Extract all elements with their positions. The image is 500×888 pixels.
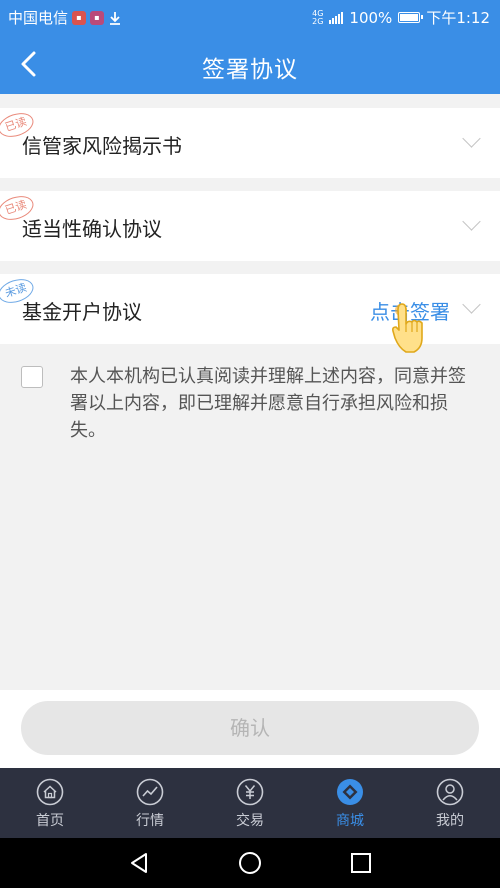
back-triangle-icon[interactable]: [127, 851, 151, 875]
chevron-down-icon: [462, 212, 481, 231]
signal-icon: [329, 11, 344, 24]
battery-percent: 100%: [349, 8, 393, 27]
pointing-hand-icon: [392, 303, 423, 353]
notification-app-icon-2: ▪: [90, 10, 105, 25]
chart-icon: [136, 778, 164, 806]
tab-label: 我的: [436, 813, 464, 829]
home-icon: [36, 778, 64, 806]
notification-app-icon: ▪: [72, 10, 87, 25]
confirm-button[interactable]: 确认: [21, 701, 479, 755]
tab-trade[interactable]: 交易: [200, 768, 300, 838]
network-type: 4G 2G: [312, 8, 324, 26]
chevron-down-icon: [462, 295, 481, 314]
download-icon: [110, 11, 121, 25]
recents-square-icon[interactable]: [349, 851, 373, 875]
consent-checkbox[interactable]: [21, 366, 43, 388]
diamond-icon: [337, 779, 363, 805]
consent-text: 本人本机构已认真阅读并理解上述内容，同意并签署以上内容，即已理解并愿意自行承担风…: [70, 366, 466, 441]
chevron-down-icon: [462, 129, 481, 148]
nav-bar: 签署协议: [0, 34, 500, 94]
page-title: 签署协议: [202, 57, 298, 83]
status-left: 中国电信 ▪ ▪: [8, 7, 122, 28]
tab-market[interactable]: 行情: [100, 768, 200, 838]
confirm-area: 确认: [0, 690, 500, 768]
tab-label: 商城: [336, 813, 364, 829]
tab-mall[interactable]: 商城: [300, 768, 400, 838]
agreement-item-risk-disclosure[interactable]: 已读 信管家风险揭示书: [0, 108, 500, 178]
agreement-label: 信管家风险揭示书: [22, 134, 182, 158]
carrier-name: 中国电信: [8, 9, 69, 27]
user-icon: [436, 778, 464, 806]
tab-mine[interactable]: 我的: [400, 768, 500, 838]
tab-label: 首页: [36, 813, 64, 829]
status-right: 4G 2G 100% 下午1:12: [312, 7, 490, 28]
clock: 下午1:12: [426, 9, 490, 27]
agreement-item-suitability[interactable]: 已读 适当性确认协议: [0, 191, 500, 261]
status-bar: 中国电信 ▪ ▪ 4G 2G 100% 下午1:12: [0, 0, 500, 34]
agreement-label: 基金开户协议: [22, 300, 142, 324]
tab-label: 交易: [236, 813, 264, 829]
tab-label: 行情: [136, 813, 164, 829]
tab-bar: 首页 行情 交易 商城 我的: [0, 768, 500, 838]
yen-icon: [236, 778, 264, 806]
home-circle-icon[interactable]: [238, 851, 262, 875]
agreement-label: 适当性确认协议: [22, 217, 162, 241]
tab-home[interactable]: 首页: [0, 768, 100, 838]
battery-icon: [398, 12, 424, 23]
system-nav-bar: [0, 838, 500, 888]
